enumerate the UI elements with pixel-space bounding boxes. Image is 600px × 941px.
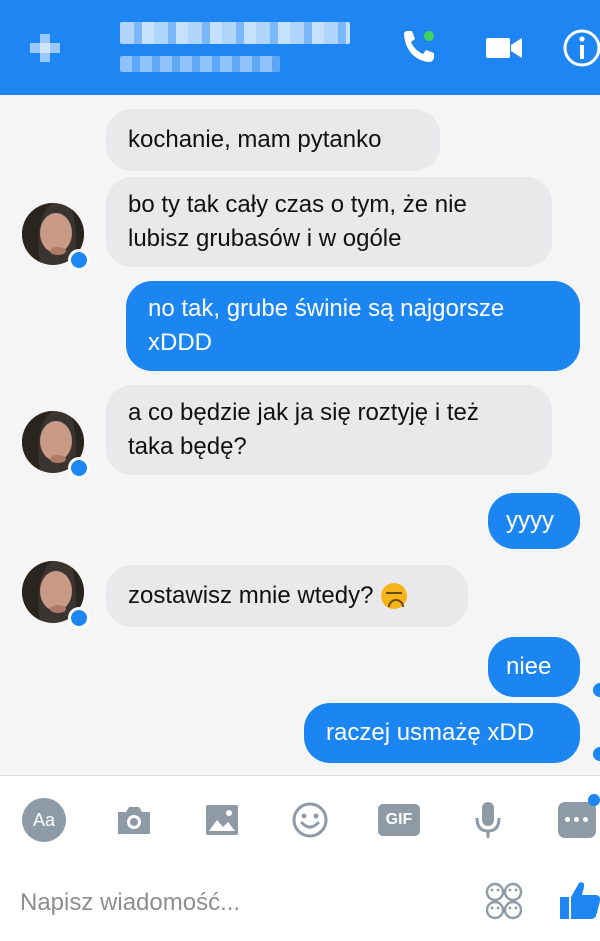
- thumbs-up-icon[interactable]: [556, 877, 600, 923]
- composer-toolbar: Aa GIF: [0, 775, 600, 865]
- more-icon[interactable]: [558, 794, 600, 838]
- message-text: yyyy: [506, 507, 554, 534]
- add-icon[interactable]: [30, 34, 60, 62]
- message-list[interactable]: kochanie, mam pytanko bo ty tak cały cza…: [0, 95, 600, 775]
- message-text: kochanie, mam pytanko: [128, 126, 382, 153]
- seen-indicator-icon: [593, 747, 600, 761]
- message-bubble-outgoing[interactable]: yyyy: [488, 493, 580, 549]
- contact-status-blurred: [120, 56, 280, 72]
- message-text: zostawisz mnie wtedy?: [128, 582, 374, 609]
- message-input[interactable]: [20, 883, 460, 923]
- contact-avatar[interactable]: [22, 203, 92, 273]
- video-icon[interactable]: [482, 26, 526, 70]
- message-bubble-outgoing[interactable]: raczej usmażę xDD: [304, 703, 580, 763]
- messenger-badge-icon: [68, 457, 90, 479]
- emoji-icon[interactable]: [288, 798, 332, 842]
- message-input-bar: [0, 865, 600, 941]
- message-bubble-incoming[interactable]: a co będzie jak ja się roztyję i też tak…: [106, 385, 552, 475]
- message-bubble-incoming[interactable]: bo ty tak cały czas o tym, że nie lubisz…: [106, 177, 552, 267]
- messenger-badge-icon: [68, 607, 90, 629]
- gif-icon[interactable]: GIF: [378, 804, 420, 836]
- sticker-icon[interactable]: [484, 881, 524, 921]
- message-text: a co będzie jak ja się roztyję i też tak…: [128, 399, 479, 460]
- message-bubble-outgoing[interactable]: niee: [488, 637, 580, 697]
- notification-dot: [588, 794, 600, 806]
- text-format-icon[interactable]: Aa: [22, 798, 66, 842]
- message-text: niee: [506, 653, 552, 680]
- contact-name-blurred[interactable]: [120, 22, 350, 44]
- phone-icon[interactable]: [396, 26, 440, 70]
- text-format-label: Aa: [32, 810, 56, 830]
- info-icon[interactable]: [560, 26, 600, 70]
- message-text: raczej usmażę xDD: [326, 719, 535, 746]
- message-bubble-incoming[interactable]: kochanie, mam pytanko: [106, 109, 440, 171]
- disappointed-face-icon: [381, 583, 408, 609]
- image-icon[interactable]: [200, 798, 244, 842]
- chat-header: [0, 0, 600, 95]
- contact-avatar[interactable]: [22, 561, 92, 631]
- camera-icon[interactable]: [112, 798, 156, 842]
- microphone-icon[interactable]: [466, 798, 510, 842]
- message-bubble-incoming[interactable]: zostawisz mnie wtedy?: [106, 565, 468, 627]
- contact-avatar[interactable]: [22, 411, 92, 481]
- message-text: bo ty tak cały czas o tym, że nie lubisz…: [128, 191, 467, 252]
- gif-label: GIF: [385, 811, 413, 828]
- message-text: no tak, grube świnie są najgorsze xDDD: [148, 295, 505, 356]
- message-bubble-outgoing[interactable]: no tak, grube świnie są najgorsze xDDD: [126, 281, 580, 371]
- seen-indicator-icon: [593, 683, 600, 697]
- messenger-badge-icon: [68, 249, 90, 271]
